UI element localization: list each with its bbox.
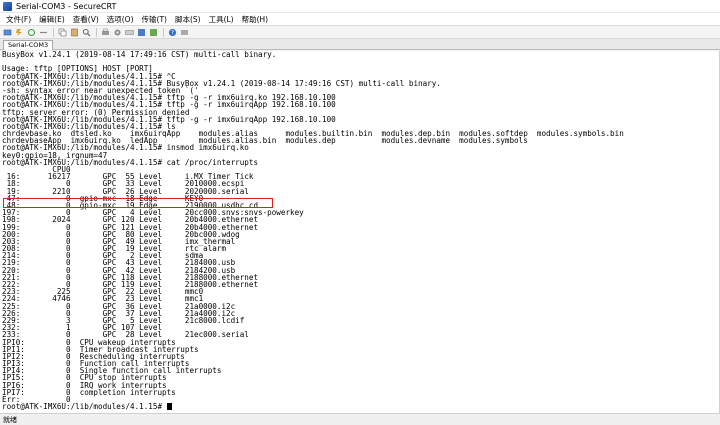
help-icon[interactable]: ? [167, 27, 177, 37]
settings-icon[interactable] [112, 27, 122, 37]
securecrt-app-icon [3, 1, 12, 11]
terminal-output[interactable]: BusyBox v1.24.1 (2019-08-14 17:49:16 CST… [0, 51, 720, 413]
find-icon[interactable] [81, 27, 91, 37]
menu-view[interactable]: 查看(V) [69, 13, 103, 26]
tab-serial-com3[interactable]: Serial-COM3 [3, 40, 54, 50]
session-tab-bar: Serial-COM3 [0, 39, 720, 50]
highlight-box-key0-interrupt [3, 198, 273, 208]
menu-transfer[interactable]: 传输(T) [138, 13, 171, 26]
terminal-line: root@ATK-IMX6U:/lib/modules/4.1.15# [2, 403, 624, 411]
status-text: 就绪 [3, 416, 17, 424]
toolbar-separator [163, 27, 164, 37]
menu-help[interactable]: 帮助(H) [238, 13, 273, 26]
terminal-line: root@ATK-IMX6U:/lib/modules/4.1.15# cat … [2, 157, 259, 167]
terminal-line: BusyBox v1.24.1 (2019-08-14 17:49:16 CST… [2, 51, 277, 59]
terminal-cursor [166, 403, 172, 411]
quick-connect-icon[interactable] [14, 27, 24, 37]
toolbar: ? [0, 26, 720, 39]
window-title: Serial-COM3 - SecureCRT [16, 1, 117, 11]
copy-icon[interactable] [57, 27, 67, 37]
svg-text:?: ? [170, 29, 173, 36]
menu-tools[interactable]: 工具(L) [205, 13, 238, 26]
terminal-text: BusyBox v1.24.1 (2019-08-14 17:49:16 CST… [2, 51, 624, 411]
connect-icon[interactable] [2, 27, 12, 37]
reconnect-icon[interactable] [26, 27, 36, 37]
menu-file[interactable]: 文件(F) [2, 13, 35, 26]
status-bar: 就绪 [0, 413, 720, 425]
toolbar-separator [53, 27, 54, 37]
menu-edit[interactable]: 编辑(E) [35, 13, 69, 26]
more-icon[interactable] [179, 27, 189, 37]
menu-options[interactable]: 选项(O) [103, 13, 138, 26]
menu-bar: 文件(F) 编辑(E) 查看(V) 选项(O) 传输(T) 脚本(S) 工具(L… [0, 13, 720, 26]
keymap-icon[interactable] [124, 27, 134, 37]
map-icon[interactable] [148, 27, 158, 37]
menu-script[interactable]: 脚本(S) [171, 13, 205, 26]
title-bar: Serial-COM3 - SecureCRT [0, 0, 720, 13]
print-icon[interactable] [100, 27, 110, 37]
terminal-line: IPI7: 0 completion interrupts [2, 387, 176, 397]
paste-icon[interactable] [69, 27, 79, 37]
sftp-icon[interactable] [136, 27, 146, 37]
disconnect-icon[interactable] [38, 27, 48, 37]
toolbar-separator [96, 27, 97, 37]
